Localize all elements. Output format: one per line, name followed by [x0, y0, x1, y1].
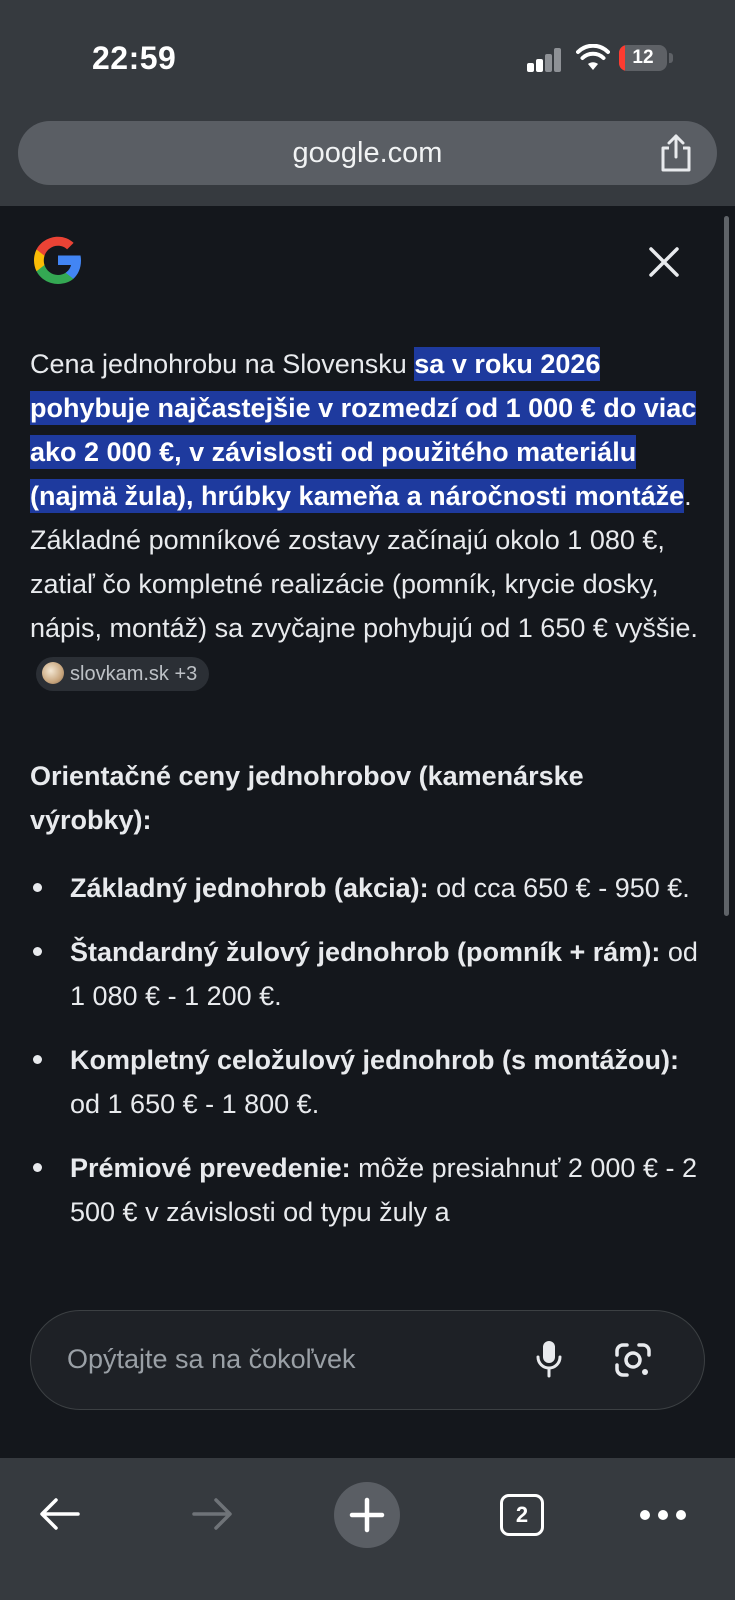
source-chip-label: slovkam.sk +3	[70, 662, 198, 685]
scrollbar[interactable]	[724, 216, 729, 916]
ask-placeholder[interactable]: Opýtajte sa na čokoľvek	[67, 1311, 356, 1408]
list-item: Prémiové prevedenie: môže presiahnuť 2 0…	[30, 1146, 710, 1234]
browser-top-chrome: 22:59 12 google.com	[0, 0, 735, 206]
google-lens-icon[interactable]	[613, 1341, 653, 1379]
status-bar: 22:59 12	[0, 0, 735, 112]
bullet	[33, 1055, 42, 1064]
status-time: 22:59	[92, 40, 177, 76]
ai-answer-panel: Cena jednohrobu na Slovensku sa v roku 2…	[0, 206, 735, 1458]
item-label: Základný jednohrob (akcia):	[70, 873, 429, 903]
url-text[interactable]: google.com	[18, 121, 717, 185]
list-item: Štandardný žulový jednohrob (pomník + rá…	[30, 930, 710, 1018]
share-icon[interactable]	[658, 133, 694, 173]
tab-switcher-button[interactable]: 2	[500, 1494, 544, 1536]
battery-tip	[669, 53, 673, 63]
ask-input[interactable]: Opýtajte sa na čokoľvek	[30, 1310, 705, 1410]
price-list: Základný jednohrob (akcia): od cca 650 €…	[30, 866, 710, 1254]
section-title: Orientačné ceny jednohrobov (kamenárske …	[30, 761, 584, 835]
battery-percent: 12	[632, 47, 654, 68]
list-item: Základný jednohrob (akcia): od cca 650 €…	[30, 866, 710, 910]
bullet	[33, 883, 42, 892]
battery-indicator: 12	[619, 45, 667, 71]
bullet	[33, 1163, 42, 1172]
mic-icon[interactable]	[534, 1339, 564, 1379]
new-tab-button[interactable]	[334, 1482, 400, 1548]
google-g-logo	[34, 236, 81, 284]
source-chip[interactable]: slovkam.sk +3	[36, 656, 210, 691]
plus-icon	[349, 1497, 385, 1533]
source-favicon-icon	[42, 661, 64, 684]
bullet	[33, 947, 42, 956]
forward-arrow-icon[interactable]	[190, 1494, 234, 1534]
cellular-signal-icon	[527, 48, 563, 72]
item-label: Štandardný žulový jednohrob (pomník + rá…	[70, 937, 661, 967]
browser-bottom-toolbar: 2	[0, 1458, 735, 1600]
close-icon[interactable]	[644, 242, 684, 282]
item-label: Kompletný celožulový jednohrob (s montáž…	[70, 1045, 680, 1075]
item-label: Prémiové prevedenie:	[70, 1153, 351, 1183]
back-arrow-icon[interactable]	[38, 1494, 82, 1534]
ai-overview-text: Cena jednohrobu na Slovensku sa v roku 2…	[30, 342, 710, 694]
address-bar[interactable]: google.com	[18, 121, 717, 185]
item-value: od cca 650 € - 950 €.	[428, 873, 690, 903]
answer-intro: Cena jednohrobu na Slovensku	[30, 349, 415, 379]
list-item: Kompletný celožulový jednohrob (s montáž…	[30, 1038, 710, 1126]
item-value: od 1 650 € - 1 800 €.	[70, 1089, 320, 1119]
wifi-icon	[576, 44, 610, 70]
more-dots-icon[interactable]	[640, 1510, 686, 1522]
